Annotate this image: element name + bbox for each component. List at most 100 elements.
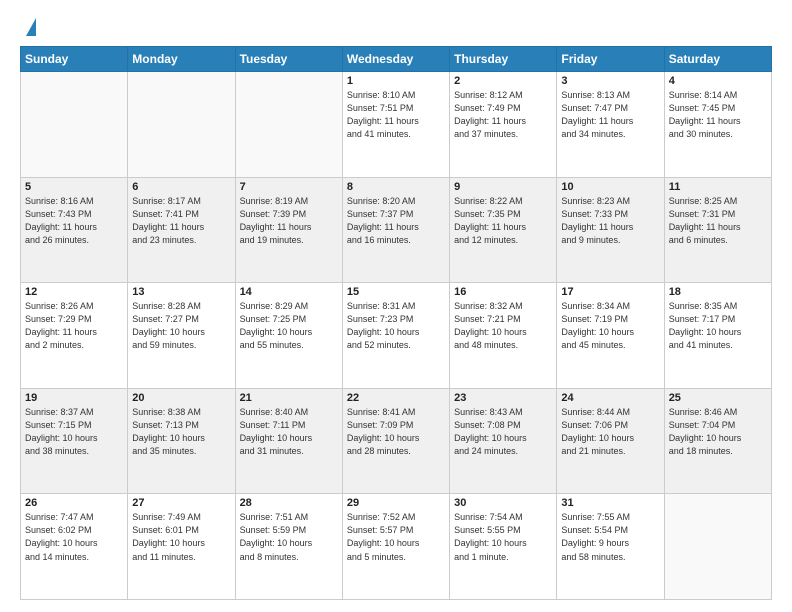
calendar-cell: 26Sunrise: 7:47 AM Sunset: 6:02 PM Dayli… xyxy=(21,494,128,600)
calendar-cell: 27 Sunrise: 7:49 AM Sunset: 6:01 PM Dayli… xyxy=(128,494,235,600)
calendar-cell: 18Sunrise: 8:35 AM Sunset: 7:17 PM Dayli… xyxy=(664,283,771,389)
calendar-header-thursday: Thursday xyxy=(450,47,557,72)
calendar-header-monday: Monday xyxy=(128,47,235,72)
day-number: 2 xyxy=(454,75,552,87)
day-info: Sunrise: 8:35 AM Sunset: 7:17 PM Dayligh… xyxy=(669,300,767,352)
calendar-cell: 30 Sunrise: 7:54 AM Sunset: 5:55 PM Dayli… xyxy=(450,494,557,600)
calendar-week-row: 19 Sunrise: 8:37 AM Sunset: 7:15 PM Dayli… xyxy=(21,388,772,494)
day-number: 20 xyxy=(132,392,230,404)
day-number: 23 xyxy=(454,392,552,404)
day-number: 25 xyxy=(669,392,767,404)
calendar-cell xyxy=(21,72,128,178)
day-info: Sunrise: 7:54 AM Sunset: 5:55 PM Dayligh… xyxy=(454,511,552,563)
calendar-cell: 5Sunrise: 8:16 AM Sunset: 7:43 PM Daylig… xyxy=(21,177,128,283)
day-info: Sunrise: 8:23 AM Sunset: 7:33 PM Dayligh… xyxy=(561,195,659,247)
day-number: 15 xyxy=(347,286,445,298)
day-info: Sunrise: 8:17 AM Sunset: 7:41 PM Dayligh… xyxy=(132,195,230,247)
day-info: Sunrise: 8:13 AM Sunset: 7:47 PM Dayligh… xyxy=(561,89,659,141)
calendar-cell: 2 Sunrise: 8:12 AM Sunset: 7:49 PM Daylig… xyxy=(450,72,557,178)
calendar-cell: 15 Sunrise: 8:31 AM Sunset: 7:23 PM Dayli… xyxy=(342,283,449,389)
day-info: Sunrise: 8:26 AM Sunset: 7:29 PM Dayligh… xyxy=(25,300,123,352)
calendar-header-wednesday: Wednesday xyxy=(342,47,449,72)
day-info: Sunrise: 8:29 AM Sunset: 7:25 PM Dayligh… xyxy=(240,300,338,352)
calendar-cell: 4 Sunrise: 8:14 AM Sunset: 7:45 PM Daylig… xyxy=(664,72,771,178)
day-number: 8 xyxy=(347,181,445,193)
calendar-cell: 3 Sunrise: 8:13 AM Sunset: 7:47 PM Daylig… xyxy=(557,72,664,178)
calendar-cell: 12 Sunrise: 8:26 AM Sunset: 7:29 PM Dayli… xyxy=(21,283,128,389)
day-info: Sunrise: 8:22 AM Sunset: 7:35 PM Dayligh… xyxy=(454,195,552,247)
calendar-cell: 9Sunrise: 8:22 AM Sunset: 7:35 PM Daylig… xyxy=(450,177,557,283)
calendar-cell: 14 Sunrise: 8:29 AM Sunset: 7:25 PM Dayli… xyxy=(235,283,342,389)
day-number: 4 xyxy=(669,75,767,87)
page: SundayMondayTuesdayWednesdayThursdayFrid… xyxy=(0,0,792,612)
day-number: 14 xyxy=(240,286,338,298)
day-info: Sunrise: 8:12 AM Sunset: 7:49 PM Dayligh… xyxy=(454,89,552,141)
day-number: 28 xyxy=(240,497,338,509)
calendar-week-row: 12 Sunrise: 8:26 AM Sunset: 7:29 PM Dayli… xyxy=(21,283,772,389)
day-number: 11 xyxy=(669,181,767,193)
calendar-cell: 10 Sunrise: 8:23 AM Sunset: 7:33 PM Dayli… xyxy=(557,177,664,283)
day-info: Sunrise: 8:20 AM Sunset: 7:37 PM Dayligh… xyxy=(347,195,445,247)
calendar-header-saturday: Saturday xyxy=(664,47,771,72)
day-info: Sunrise: 8:25 AM Sunset: 7:31 PM Dayligh… xyxy=(669,195,767,247)
day-number: 21 xyxy=(240,392,338,404)
calendar-cell: 19 Sunrise: 8:37 AM Sunset: 7:15 PM Dayli… xyxy=(21,388,128,494)
day-number: 27 xyxy=(132,497,230,509)
day-info: Sunrise: 8:43 AM Sunset: 7:08 PM Dayligh… xyxy=(454,406,552,458)
day-info: Sunrise: 7:55 AM Sunset: 5:54 PM Dayligh… xyxy=(561,511,659,563)
calendar-header-tuesday: Tuesday xyxy=(235,47,342,72)
day-info: Sunrise: 8:40 AM Sunset: 7:11 PM Dayligh… xyxy=(240,406,338,458)
day-info: Sunrise: 8:37 AM Sunset: 7:15 PM Dayligh… xyxy=(25,406,123,458)
day-number: 22 xyxy=(347,392,445,404)
calendar-cell: 23 Sunrise: 8:43 AM Sunset: 7:08 PM Dayli… xyxy=(450,388,557,494)
calendar-cell: 7 Sunrise: 8:19 AM Sunset: 7:39 PM Daylig… xyxy=(235,177,342,283)
day-number: 16 xyxy=(454,286,552,298)
calendar-cell: 8 Sunrise: 8:20 AM Sunset: 7:37 PM Daylig… xyxy=(342,177,449,283)
calendar-cell: 1Sunrise: 8:10 AM Sunset: 7:51 PM Daylig… xyxy=(342,72,449,178)
day-number: 3 xyxy=(561,75,659,87)
calendar-week-row: 26Sunrise: 7:47 AM Sunset: 6:02 PM Dayli… xyxy=(21,494,772,600)
day-number: 29 xyxy=(347,497,445,509)
calendar-cell: 29 Sunrise: 7:52 AM Sunset: 5:57 PM Dayli… xyxy=(342,494,449,600)
day-info: Sunrise: 8:19 AM Sunset: 7:39 PM Dayligh… xyxy=(240,195,338,247)
day-info: Sunrise: 7:49 AM Sunset: 6:01 PM Dayligh… xyxy=(132,511,230,563)
day-info: Sunrise: 8:28 AM Sunset: 7:27 PM Dayligh… xyxy=(132,300,230,352)
calendar-cell: 22Sunrise: 8:41 AM Sunset: 7:09 PM Dayli… xyxy=(342,388,449,494)
calendar-cell: 28 Sunrise: 7:51 AM Sunset: 5:59 PM Dayli… xyxy=(235,494,342,600)
day-info: Sunrise: 8:32 AM Sunset: 7:21 PM Dayligh… xyxy=(454,300,552,352)
day-number: 13 xyxy=(132,286,230,298)
calendar-cell: 21 Sunrise: 8:40 AM Sunset: 7:11 PM Dayli… xyxy=(235,388,342,494)
day-info: Sunrise: 8:38 AM Sunset: 7:13 PM Dayligh… xyxy=(132,406,230,458)
calendar-header-friday: Friday xyxy=(557,47,664,72)
day-number: 6 xyxy=(132,181,230,193)
day-info: Sunrise: 7:47 AM Sunset: 6:02 PM Dayligh… xyxy=(25,511,123,563)
calendar-cell: 17Sunrise: 8:34 AM Sunset: 7:19 PM Dayli… xyxy=(557,283,664,389)
calendar-cell: 20 Sunrise: 8:38 AM Sunset: 7:13 PM Dayli… xyxy=(128,388,235,494)
day-number: 5 xyxy=(25,181,123,193)
calendar-week-row: 1Sunrise: 8:10 AM Sunset: 7:51 PM Daylig… xyxy=(21,72,772,178)
header xyxy=(20,16,772,36)
calendar-cell: 16 Sunrise: 8:32 AM Sunset: 7:21 PM Dayli… xyxy=(450,283,557,389)
calendar-cell: 24Sunrise: 8:44 AM Sunset: 7:06 PM Dayli… xyxy=(557,388,664,494)
day-info: Sunrise: 8:46 AM Sunset: 7:04 PM Dayligh… xyxy=(669,406,767,458)
day-number: 31 xyxy=(561,497,659,509)
calendar-cell: 31 Sunrise: 7:55 AM Sunset: 5:54 PM Dayli… xyxy=(557,494,664,600)
day-number: 19 xyxy=(25,392,123,404)
day-number: 30 xyxy=(454,497,552,509)
logo-triangle-icon xyxy=(26,18,36,36)
calendar-cell xyxy=(235,72,342,178)
day-info: Sunrise: 8:14 AM Sunset: 7:45 PM Dayligh… xyxy=(669,89,767,141)
day-info: Sunrise: 8:31 AM Sunset: 7:23 PM Dayligh… xyxy=(347,300,445,352)
day-number: 10 xyxy=(561,181,659,193)
calendar-table: SundayMondayTuesdayWednesdayThursdayFrid… xyxy=(20,46,772,600)
calendar-cell xyxy=(128,72,235,178)
day-info: Sunrise: 7:52 AM Sunset: 5:57 PM Dayligh… xyxy=(347,511,445,563)
day-number: 24 xyxy=(561,392,659,404)
calendar-cell: 13 Sunrise: 8:28 AM Sunset: 7:27 PM Dayli… xyxy=(128,283,235,389)
calendar-header-sunday: Sunday xyxy=(21,47,128,72)
day-number: 17 xyxy=(561,286,659,298)
day-info: Sunrise: 7:51 AM Sunset: 5:59 PM Dayligh… xyxy=(240,511,338,563)
day-number: 7 xyxy=(240,181,338,193)
calendar-cell: 25 Sunrise: 8:46 AM Sunset: 7:04 PM Dayli… xyxy=(664,388,771,494)
day-number: 12 xyxy=(25,286,123,298)
